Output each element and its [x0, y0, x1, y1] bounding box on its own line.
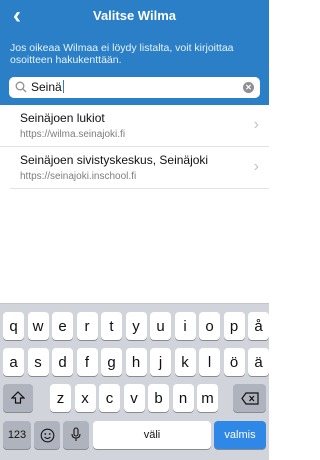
- result-url: https://seinajoki.inschool.fi: [20, 171, 137, 182]
- hint-text: Jos oikeaa Wilmaa ei löydy listalta, voi…: [10, 42, 234, 66]
- key-b[interactable]: b: [148, 384, 169, 412]
- key-l[interactable]: l: [199, 348, 220, 376]
- key-w[interactable]: w: [27, 312, 49, 340]
- key-p[interactable]: p: [223, 312, 245, 340]
- key-å[interactable]: å: [248, 312, 269, 340]
- key-d[interactable]: d: [52, 348, 73, 376]
- emoji-icon: [40, 428, 54, 442]
- key-q[interactable]: q: [3, 312, 24, 340]
- key-t[interactable]: t: [101, 312, 122, 340]
- result-name: Seinäjoen sivistyskeskus, Seinäjoki: [20, 153, 209, 167]
- key-m[interactable]: m: [197, 384, 218, 412]
- chevron-right-icon: ›: [253, 116, 259, 133]
- nav-bar: ‹ Valitse Wilma: [0, 0, 269, 32]
- page-title: Valitse Wilma: [93, 8, 176, 23]
- result-url: https://wilma.seinajoki.fi: [20, 129, 126, 140]
- shift-icon: [11, 391, 25, 404]
- key-s[interactable]: s: [27, 348, 49, 376]
- text-caret: [62, 80, 65, 93]
- key-e[interactable]: e: [52, 312, 73, 340]
- key-y[interactable]: y: [125, 312, 147, 340]
- search-input[interactable]: Seinä ✕: [9, 77, 260, 98]
- space-key[interactable]: väli: [93, 421, 211, 449]
- key-h[interactable]: h: [125, 348, 147, 376]
- key-o[interactable]: o: [199, 312, 220, 340]
- key-x[interactable]: x: [74, 384, 96, 412]
- keyboard: q w e r t y u i o p å a s d f g h j k l ö ä z x c v b n m 123 väli valm…: [0, 303, 269, 460]
- search-icon: [15, 81, 27, 93]
- numbers-key[interactable]: 123: [3, 421, 31, 449]
- list-item[interactable]: Seinäjoen lukiot https://wilma.seinajoki…: [0, 105, 269, 147]
- key-i[interactable]: i: [174, 312, 196, 340]
- shift-key[interactable]: [3, 384, 33, 412]
- microphone-key[interactable]: [63, 421, 89, 449]
- search-value: Seinä: [31, 80, 65, 94]
- key-f[interactable]: f: [76, 348, 98, 376]
- key-ö[interactable]: ö: [223, 348, 245, 376]
- emoji-key[interactable]: [34, 421, 60, 449]
- key-k[interactable]: k: [174, 348, 196, 376]
- backspace-key[interactable]: [233, 384, 266, 412]
- key-ä[interactable]: ä: [248, 348, 269, 376]
- key-n[interactable]: n: [172, 384, 194, 412]
- backspace-icon: [240, 391, 259, 405]
- chevron-right-icon: ›: [253, 158, 259, 175]
- key-a[interactable]: a: [3, 348, 24, 376]
- done-key[interactable]: valmis: [214, 421, 266, 449]
- microphone-icon: [71, 427, 81, 441]
- results-list: Seinäjoen lukiot https://wilma.seinajoki…: [0, 105, 269, 189]
- key-j[interactable]: j: [150, 348, 171, 376]
- clear-button[interactable]: ✕: [243, 82, 254, 93]
- result-name: Seinäjoen lukiot: [20, 111, 105, 125]
- header: ‹ Valitse Wilma Jos oikeaa Wilmaa ei löy…: [0, 0, 269, 105]
- key-z[interactable]: z: [50, 384, 71, 412]
- clear-circle-icon: ✕: [245, 83, 252, 92]
- key-g[interactable]: g: [101, 348, 122, 376]
- key-u[interactable]: u: [150, 312, 171, 340]
- key-v[interactable]: v: [123, 384, 145, 412]
- key-r[interactable]: r: [76, 312, 98, 340]
- list-item[interactable]: Seinäjoen sivistyskeskus, Seinäjoki http…: [10, 147, 269, 189]
- key-c[interactable]: c: [99, 384, 120, 412]
